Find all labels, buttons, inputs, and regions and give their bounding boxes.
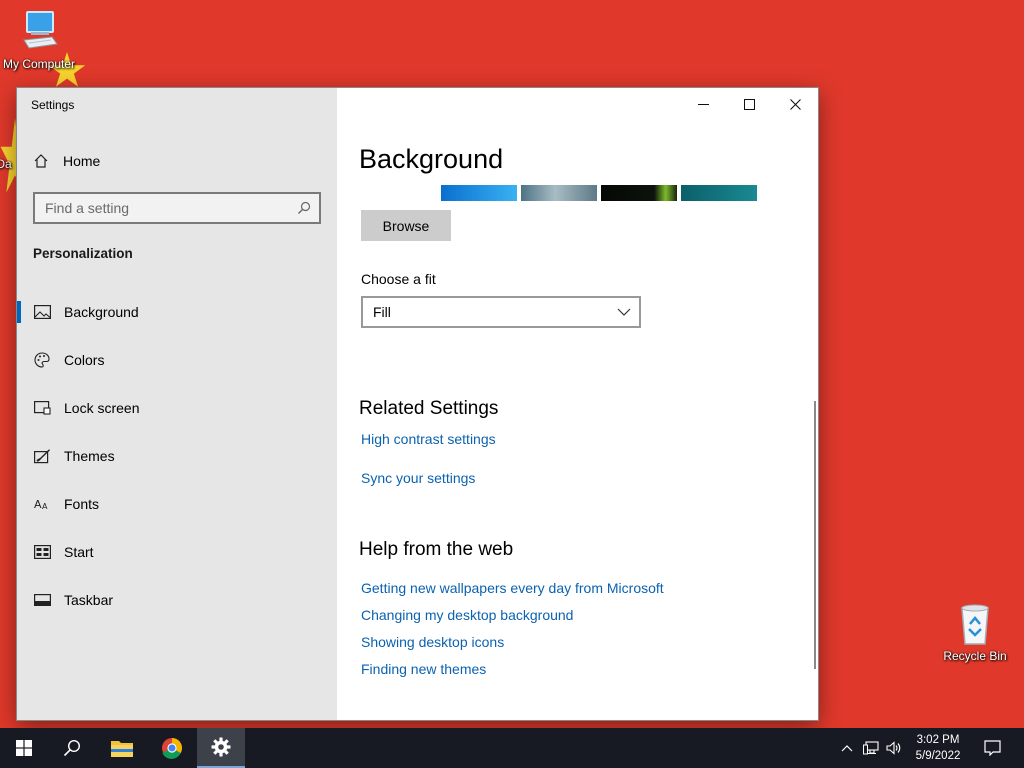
sidebar-item-label: Fonts	[64, 496, 100, 512]
minimize-icon	[697, 103, 709, 105]
start-icon	[33, 543, 51, 561]
sidebar-item-label: Themes	[64, 448, 115, 464]
sidebar: Settings Home Personalization Background	[17, 88, 337, 720]
sidebar-item-colors[interactable]: Colors	[17, 336, 337, 384]
recycle-bin-icon	[961, 604, 989, 645]
maximize-button[interactable]	[726, 88, 772, 120]
start-button[interactable]	[0, 728, 48, 768]
chevron-down-icon	[617, 308, 631, 316]
fit-label: Choose a fit	[361, 271, 436, 287]
search-box[interactable]	[33, 192, 321, 224]
fit-dropdown[interactable]: Fill	[361, 296, 641, 328]
search-icon	[298, 201, 311, 214]
action-center-button[interactable]	[980, 728, 1004, 768]
link-changing-desktop-background[interactable]: Changing my desktop background	[361, 607, 573, 623]
nav-home[interactable]: Home	[33, 146, 323, 176]
sidebar-item-themes[interactable]: Themes	[17, 432, 337, 480]
sidebar-item-fonts[interactable]: AA Fonts	[17, 480, 337, 528]
search-input[interactable]	[45, 200, 297, 216]
sidebar-item-background[interactable]: Background	[17, 288, 337, 336]
file-explorer-button[interactable]	[98, 728, 146, 768]
related-settings-heading: Related Settings	[359, 398, 499, 419]
notification-icon	[983, 740, 1001, 756]
svg-text:A: A	[42, 502, 48, 511]
clock-time: 3:02 PM	[916, 734, 960, 746]
sidebar-item-label: Background	[64, 304, 139, 320]
sidebar-item-label: Taskbar	[64, 592, 114, 608]
link-showing-desktop-icons[interactable]: Showing desktop icons	[361, 634, 504, 650]
settings-window: Settings Home Personalization Background	[17, 88, 818, 720]
minimize-button[interactable]	[680, 88, 726, 120]
gear-icon	[211, 737, 231, 757]
picture-icon	[33, 303, 51, 321]
chrome-button[interactable]	[148, 728, 196, 768]
sidebar-item-label: Start	[64, 544, 94, 560]
link-new-wallpapers[interactable]: Getting new wallpapers every day from Mi…	[361, 580, 664, 596]
search-icon	[63, 739, 81, 757]
search-taskbar-button[interactable]	[48, 728, 96, 768]
content-pane: Background Browse Choose a fit Fill Rela…	[337, 88, 818, 720]
volume-button[interactable]	[884, 728, 904, 768]
sidebar-item-label: Lock screen	[64, 400, 140, 416]
recent-image-3[interactable]	[601, 185, 677, 201]
recent-image-2[interactable]	[521, 185, 597, 201]
home-icon	[34, 154, 48, 168]
show-hidden-icons-button[interactable]	[838, 728, 856, 768]
desktop-icon-recycle-bin[interactable]: Recycle Bin	[935, 602, 1015, 663]
link-sync-your-settings[interactable]: Sync your settings	[361, 470, 475, 486]
clock-date: 5/9/2022	[915, 750, 961, 762]
help-from-web-heading: Help from the web	[359, 539, 514, 560]
chevron-up-icon	[841, 745, 853, 752]
svg-text:A: A	[34, 498, 42, 511]
sidebar-item-start[interactable]: Start	[17, 528, 337, 576]
sidebar-item-label: Colors	[64, 352, 105, 368]
volume-icon	[886, 741, 901, 755]
window-title: Settings	[31, 98, 75, 112]
close-icon	[789, 98, 801, 110]
taskbar: 3:02 PM 5/9/2022	[0, 728, 1024, 768]
sidebar-section-heading: Personalization	[33, 246, 133, 261]
taskbar-icon	[33, 591, 51, 609]
desktop-icon-label: Da	[0, 157, 12, 171]
windows-logo-icon	[16, 740, 32, 756]
browse-button[interactable]: Browse	[361, 210, 451, 241]
sidebar-item-taskbar[interactable]: Taskbar	[17, 576, 337, 624]
computer-icon	[23, 11, 58, 49]
desktop-icon-my-computer[interactable]: My Computer	[0, 10, 79, 71]
vertical-scrollbar[interactable]	[814, 401, 816, 669]
fit-dropdown-value: Fill	[373, 304, 391, 320]
recent-images	[441, 185, 757, 201]
desktop-icon-label: My Computer	[2, 57, 76, 71]
page-title: Background	[359, 144, 504, 174]
themes-icon	[33, 447, 51, 465]
desktop-icon-label: Recycle Bin	[943, 649, 1007, 663]
chrome-icon	[162, 738, 182, 759]
recent-image-1[interactable]	[441, 185, 517, 201]
settings-taskbar-button[interactable]	[197, 728, 245, 768]
lock-screen-icon	[33, 399, 51, 417]
fonts-icon: AA	[33, 495, 51, 513]
window-caption-buttons	[680, 88, 818, 120]
nav-home-label: Home	[63, 153, 101, 169]
recent-image-4[interactable]	[681, 185, 757, 201]
taskbar-clock[interactable]: 3:02 PM 5/9/2022	[906, 732, 970, 764]
link-high-contrast-settings[interactable]: High contrast settings	[361, 431, 496, 447]
folder-icon	[111, 741, 133, 757]
close-button[interactable]	[772, 88, 818, 120]
maximize-icon	[743, 98, 755, 110]
sidebar-nav: Background Colors Lock screen Themes A A…	[17, 288, 337, 624]
palette-icon	[33, 351, 51, 369]
network-button[interactable]	[861, 728, 881, 768]
network-icon	[863, 741, 879, 755]
link-finding-new-themes[interactable]: Finding new themes	[361, 661, 486, 677]
sidebar-item-lock-screen[interactable]: Lock screen	[17, 384, 337, 432]
